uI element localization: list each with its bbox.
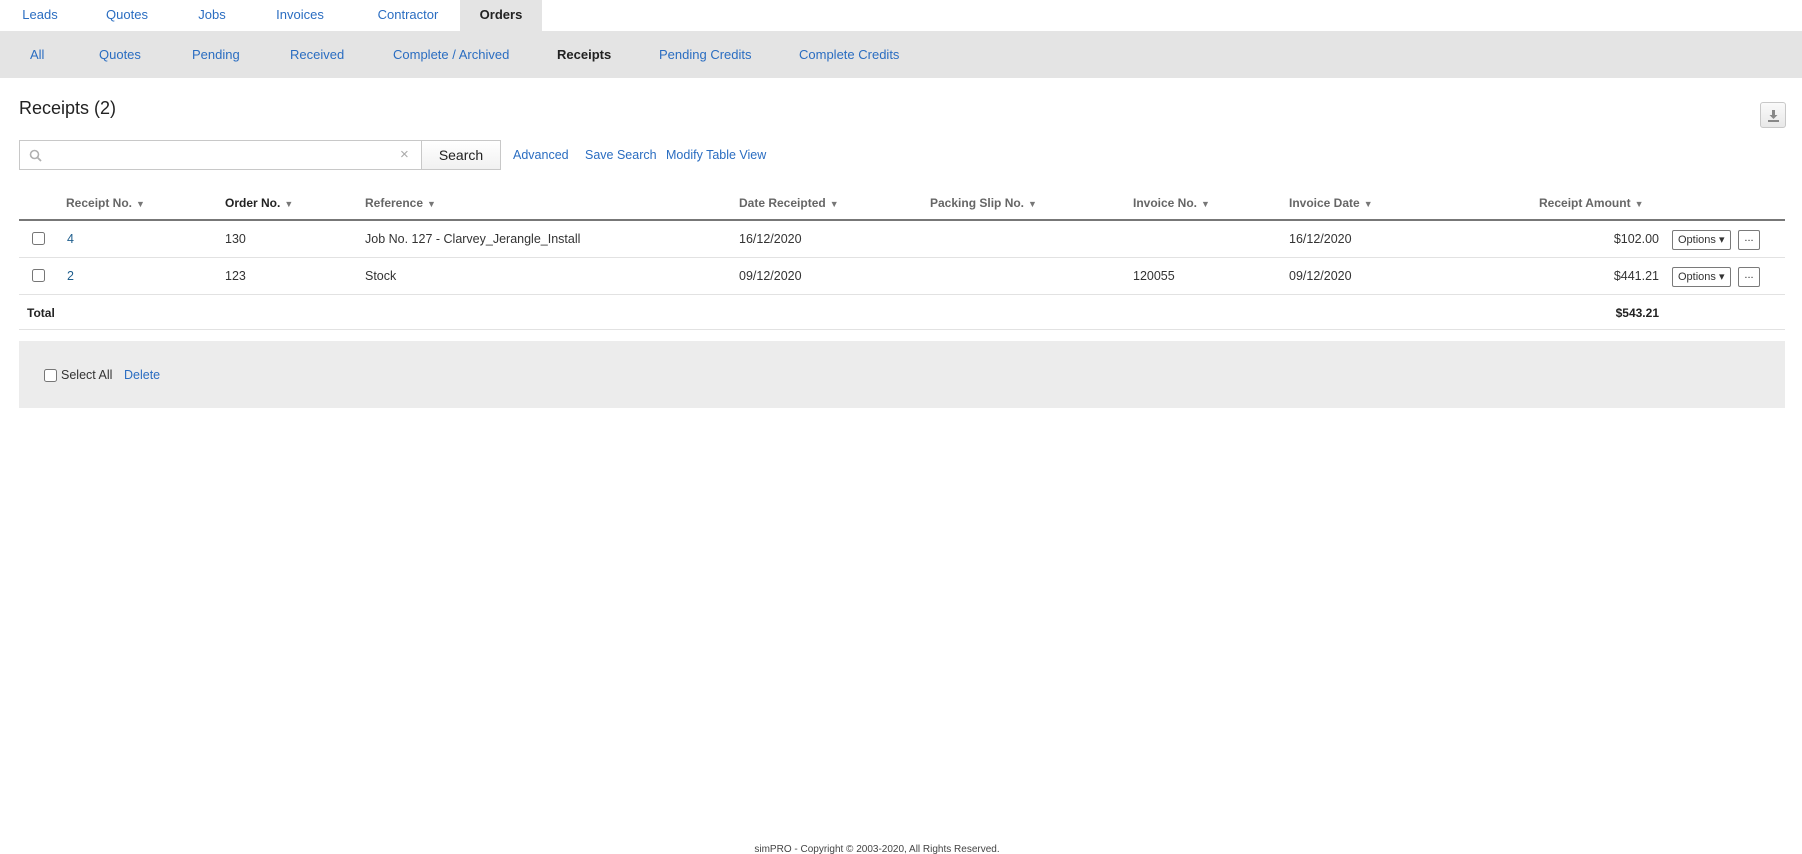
more-actions-button[interactable]: ...	[1738, 267, 1760, 287]
page-title-text: Receipts (2)	[19, 98, 117, 118]
column-label: Order No.	[225, 196, 281, 210]
top-navigation: Leads Quotes Jobs Invoices Contractor Or…	[0, 0, 1802, 31]
date-receipted: 09/12/2020	[739, 269, 802, 283]
sort-arrow-icon: ▼	[1634, 199, 1644, 209]
download-icon	[1768, 110, 1779, 122]
export-button[interactable]	[1760, 102, 1786, 128]
search-button[interactable]: Search	[421, 140, 501, 170]
tab-contractor[interactable]: Contractor	[364, 0, 452, 31]
column-label: Reference	[365, 196, 424, 210]
page-title: Receipts (2)	[19, 98, 116, 119]
sort-arrow-icon: ▼	[1363, 199, 1373, 209]
sort-arrow-icon: ▼	[136, 199, 145, 209]
total-label: Total	[27, 306, 55, 320]
invoice-date: 09/12/2020	[1289, 269, 1352, 283]
sort-arrow-icon: ▼	[427, 199, 436, 209]
receipt-amount: $102.00	[1613, 232, 1659, 246]
advanced-search-link[interactable]: Advanced	[513, 148, 569, 162]
subtab-receipts[interactable]: Receipts	[557, 31, 611, 78]
column-label: Invoice No.	[1133, 196, 1198, 210]
total-amount: $543.21	[1615, 306, 1659, 320]
invoice-date: 16/12/2020	[1289, 232, 1352, 246]
column-label: Receipt No.	[66, 196, 133, 210]
table-row: 4 130 Job No. 127 - Clarvey_Jerangle_Ins…	[19, 221, 1785, 258]
copyright-text: simPRO - Copyright © 2003-2020, All Righ…	[754, 844, 1000, 854]
column-packing-slip-no[interactable]: Packing Slip No. ▼	[930, 196, 1037, 210]
date-receipted: 16/12/2020	[739, 232, 802, 246]
select-all-label[interactable]: Select All	[61, 368, 112, 382]
select-all-checkbox[interactable]	[44, 369, 57, 382]
column-reference[interactable]: Reference ▼	[365, 196, 436, 210]
more-actions-button[interactable]: ...	[1738, 230, 1760, 250]
sort-arrow-icon: ▼	[1028, 199, 1037, 209]
column-invoice-date[interactable]: Invoice Date ▼	[1289, 196, 1373, 210]
column-label: Receipt Amount	[1539, 196, 1631, 210]
receipt-no-link[interactable]: 4	[67, 232, 74, 246]
subtab-all[interactable]: All	[30, 31, 44, 78]
subtab-quotes[interactable]: Quotes	[99, 31, 141, 78]
options-dropdown-button[interactable]: Options ▾	[1672, 230, 1731, 250]
invoice-no: 120055	[1133, 269, 1175, 283]
total-row: Total $543.21	[19, 295, 1785, 330]
subtab-complete-archived[interactable]: Complete / Archived	[393, 31, 509, 78]
receipts-table: Receipt No. ▼ Order No. ▼ Reference ▼ Date …	[19, 188, 1785, 330]
tab-jobs[interactable]: Jobs	[186, 0, 238, 31]
tab-leads[interactable]: Leads	[8, 0, 72, 31]
bulk-actions-bar: Select All Delete	[19, 341, 1785, 408]
column-invoice-no[interactable]: Invoice No. ▼	[1133, 196, 1210, 210]
search-icon	[29, 149, 42, 162]
subtab-received[interactable]: Received	[290, 31, 344, 78]
search-box: ×	[19, 140, 421, 170]
column-receipt-no[interactable]: Receipt No. ▼	[66, 196, 145, 210]
sort-arrow-icon: ▼	[829, 199, 839, 209]
reference: Job No. 127 - Clarvey_Jerangle_Install	[365, 232, 581, 246]
column-label: Date Receipted	[739, 196, 826, 210]
column-order-no[interactable]: Order No. ▼	[225, 196, 293, 210]
row-checkbox[interactable]	[32, 232, 45, 245]
options-dropdown-button[interactable]: Options ▾	[1672, 267, 1731, 287]
table-header: Receipt No. ▼ Order No. ▼ Reference ▼ Date …	[19, 188, 1785, 221]
tab-quotes[interactable]: Quotes	[90, 0, 164, 31]
sub-navigation: All Quotes Pending Received Complete / A…	[0, 31, 1802, 78]
search-input[interactable]	[50, 144, 400, 166]
subtab-complete-credits[interactable]: Complete Credits	[799, 31, 899, 78]
order-no: 130	[225, 232, 246, 246]
tab-orders[interactable]: Orders	[460, 0, 542, 31]
modify-table-view-link[interactable]: Modify Table View	[666, 148, 766, 162]
column-label: Packing Slip No.	[930, 196, 1025, 210]
column-receipt-amount[interactable]: Receipt Amount ▼	[1539, 196, 1643, 210]
close-icon[interactable]: ×	[400, 147, 409, 163]
sort-arrow-icon: ▼	[284, 199, 294, 209]
receipt-amount: $441.21	[1613, 269, 1659, 283]
delete-link[interactable]: Delete	[124, 368, 160, 382]
tab-invoices[interactable]: Invoices	[264, 0, 336, 31]
table-row: 2 123 Stock 09/12/2020 120055 09/12/2020…	[19, 258, 1785, 295]
column-date-receipted[interactable]: Date Receipted ▼	[739, 196, 839, 210]
row-checkbox[interactable]	[32, 269, 45, 282]
column-label: Invoice Date	[1289, 196, 1360, 210]
sort-arrow-icon: ▼	[1201, 199, 1210, 209]
order-no: 123	[225, 269, 246, 283]
reference: Stock	[365, 269, 397, 283]
save-search-link[interactable]: Save Search	[585, 148, 657, 162]
subtab-pending[interactable]: Pending	[192, 31, 240, 78]
subtab-pending-credits[interactable]: Pending Credits	[659, 31, 752, 78]
receipt-no-link[interactable]: 2	[67, 269, 74, 283]
